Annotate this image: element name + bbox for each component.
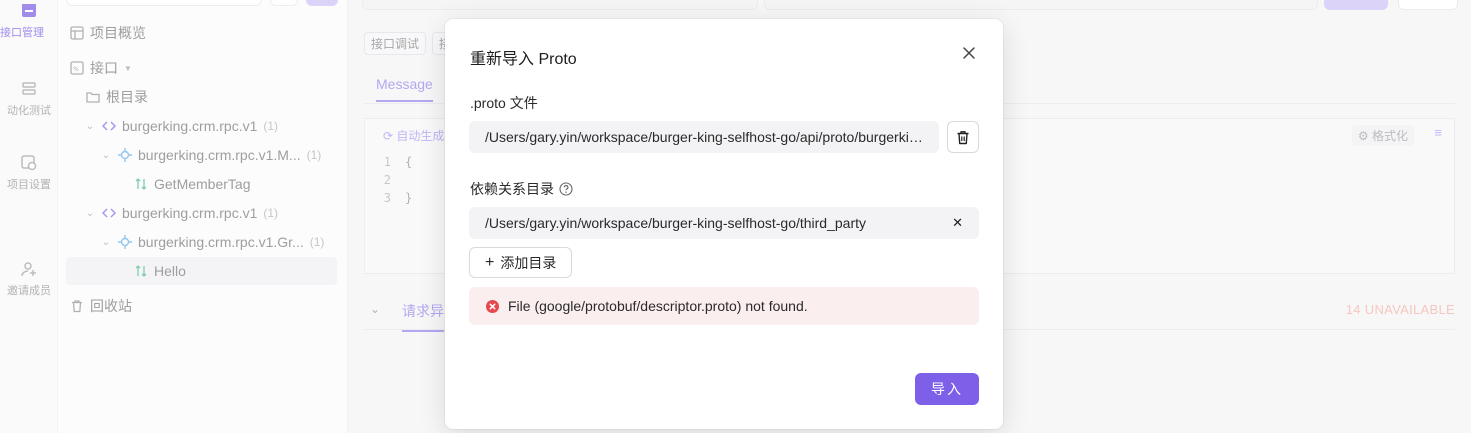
add-directory-label: 添加目录 (500, 254, 557, 271)
proto-file-label-text: .proto 文件 (470, 95, 538, 111)
delete-file-button[interactable] (947, 121, 979, 153)
error-icon (486, 299, 499, 313)
trash-icon (957, 130, 969, 144)
proto-file-label: .proto 文件 (470, 93, 538, 113)
help-icon[interactable] (559, 182, 573, 196)
reimport-proto-dialog: 重新导入 Proto .proto 文件 /Users/gary.yin/wor… (445, 19, 1003, 429)
close-icon[interactable] (959, 43, 979, 63)
error-alert: File (google/protobuf/descriptor.proto) … (469, 287, 979, 325)
plus-icon: + (485, 253, 495, 271)
add-directory-button[interactable]: + 添加目录 (469, 247, 573, 278)
dependency-dir-label: 依赖关系目录 (470, 179, 573, 199)
remove-dir-icon[interactable]: ✕ (952, 215, 963, 231)
dependency-dir-item: /Users/gary.yin/workspace/burger-king-se… (469, 207, 979, 239)
dependency-dir-label-text: 依赖关系目录 (470, 181, 554, 197)
dialog-title: 重新导入 Proto (470, 51, 577, 68)
proto-file-path: /Users/gary.yin/workspace/burger-king-se… (469, 121, 939, 153)
dependency-dir-path-text: /Users/gary.yin/workspace/burger-king-se… (485, 215, 867, 231)
proto-file-path-text: /Users/gary.yin/workspace/burger-king-se… (485, 129, 923, 145)
import-button[interactable]: 导入 (915, 373, 979, 405)
error-message: File (google/protobuf/descriptor.proto) … (508, 298, 808, 314)
